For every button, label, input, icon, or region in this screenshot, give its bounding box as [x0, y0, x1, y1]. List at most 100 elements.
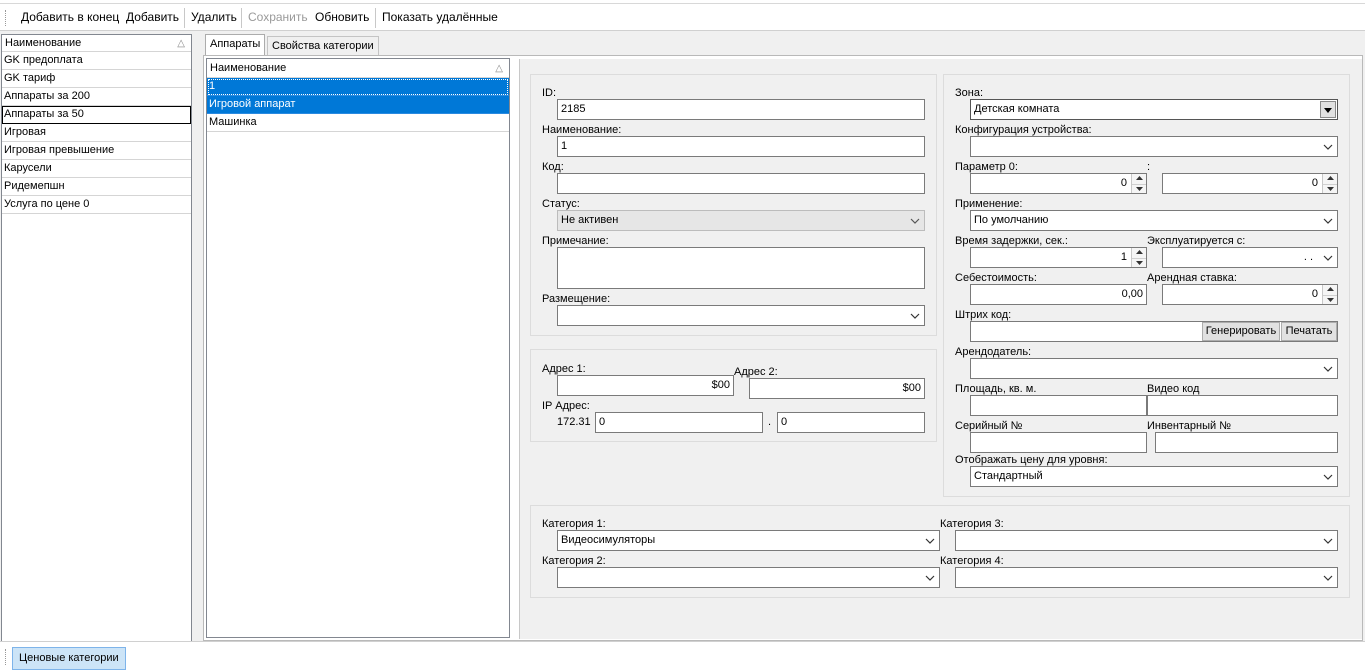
exploited-since-value: . . [1303, 251, 1313, 263]
generate-button[interactable]: Генерировать [1202, 322, 1280, 341]
dropdown-arrow-icon[interactable] [1320, 101, 1336, 118]
id-label: ID: [542, 87, 557, 99]
ip-part2-field[interactable]: 0 [777, 412, 925, 433]
cost-label: Себестоимость: [955, 272, 1037, 284]
ip-dot: . [768, 416, 772, 428]
category1-select[interactable]: Видеосимуляторы [557, 530, 940, 551]
delay-spinner[interactable]: 1 [970, 247, 1147, 268]
category4-label: Категория 4: [940, 555, 1004, 567]
address2-field[interactable]: $00 [749, 378, 925, 399]
placement-select[interactable] [557, 305, 925, 326]
param0-spinner[interactable]: 0 [970, 173, 1147, 194]
toolbar-separator [241, 8, 242, 28]
rent-label: Арендная ставка: [1147, 272, 1237, 284]
chevron-down-icon [910, 306, 920, 319]
chevron-down-icon [925, 531, 935, 544]
devices-column-header[interactable]: Наименование △ [207, 59, 509, 78]
delay-label: Время задержки, сек.: [955, 235, 1068, 247]
refresh-button[interactable]: Обновить [315, 9, 369, 26]
device-config-label: Конфигурация устройства: [955, 124, 1092, 136]
ip-address-label: IP Адрес: [542, 400, 590, 412]
column-header-label: Наименование [5, 37, 82, 49]
spinner-arrows-icon[interactable] [1322, 285, 1337, 304]
category-row-selected[interactable]: Аппараты за 50 [2, 106, 191, 124]
name-field[interactable]: 1 [557, 136, 925, 157]
category-row[interactable]: Карусели [2, 160, 191, 178]
inventory-label: Инвентарный № [1147, 420, 1232, 432]
tab-devices[interactable]: Аппараты [205, 34, 266, 55]
device-config-select[interactable] [970, 136, 1338, 157]
category3-label: Категория 3: [940, 518, 1004, 530]
area-label: Площадь, кв. м. [955, 383, 1037, 395]
param0-label: Параметр 0: [955, 161, 1018, 173]
status-select[interactable]: Не активен [557, 210, 925, 231]
status-value: Не активен [561, 214, 619, 226]
toolbar-grip[interactable] [5, 10, 8, 26]
status-label: Статус: [542, 198, 580, 210]
usage-label: Применение: [955, 198, 1023, 210]
address1-field[interactable]: $00 [557, 375, 734, 396]
categories-grid[interactable]: Наименование △ GK предоплата GK тариф Ап… [1, 34, 192, 642]
show-deleted-button[interactable]: Показать удалённые [382, 9, 498, 26]
cost-field[interactable]: 0,00 [970, 284, 1147, 305]
placement-label: Размещение: [542, 293, 611, 305]
code-label: Код: [542, 161, 564, 173]
device-row-selected[interactable]: Игровой аппарат [207, 96, 509, 114]
category-row[interactable]: Игровая превышение [2, 142, 191, 160]
rent-spinner[interactable]: 0 [1162, 284, 1338, 305]
zone-select[interactable]: Детская комната [970, 99, 1338, 120]
address2-label: Адрес 2: [734, 366, 778, 378]
chevron-down-icon [1323, 359, 1333, 372]
print-button[interactable]: Печатать [1281, 322, 1337, 341]
category-row[interactable]: GK тариф [2, 70, 191, 88]
ip-part1-field[interactable]: 0 [595, 412, 763, 433]
zone-value: Детская комната [974, 103, 1060, 115]
category-row[interactable]: Ридемепшн [2, 178, 191, 196]
chevron-down-icon [910, 211, 920, 224]
category1-label: Категория 1: [542, 518, 606, 530]
serial-field[interactable] [970, 432, 1147, 453]
device-row[interactable]: Машинка [207, 114, 509, 132]
chevron-down-icon [925, 568, 935, 581]
chevron-down-icon [1323, 467, 1333, 480]
category4-select[interactable] [955, 567, 1338, 588]
note-field[interactable] [557, 247, 925, 289]
usage-value: По умолчанию [974, 214, 1049, 226]
device-row-selected[interactable]: 1 [207, 78, 509, 96]
price-level-select[interactable]: Стандартный [970, 466, 1338, 487]
code-field[interactable] [557, 173, 925, 194]
chevron-down-icon [1323, 248, 1333, 261]
chevron-down-icon [1323, 211, 1333, 224]
inventory-field[interactable] [1155, 432, 1338, 453]
categories-column-header[interactable]: Наименование △ [2, 35, 191, 52]
area-field[interactable] [970, 395, 1147, 416]
save-button[interactable]: Сохранить [248, 9, 308, 26]
ip-prefix: 172.31 [557, 416, 591, 428]
category-row[interactable]: Игровая [2, 124, 191, 142]
id-field[interactable]: 2185 [557, 99, 925, 120]
category3-select[interactable] [955, 530, 1338, 551]
category-row[interactable]: Аппараты за 200 [2, 88, 191, 106]
spinner-arrows-icon[interactable] [1131, 174, 1146, 193]
devices-grid[interactable]: Наименование △ 1 Игровой аппарат Машинка [206, 58, 510, 638]
video-code-field[interactable] [1147, 395, 1338, 416]
spinner-arrows-icon[interactable] [1322, 174, 1337, 193]
add-to-end-button[interactable]: Добавить в конец [21, 9, 119, 26]
param1-spinner[interactable]: 0 [1162, 173, 1338, 194]
add-button[interactable]: Добавить [126, 9, 179, 26]
price-categories-button[interactable]: Ценовые категории [12, 647, 126, 670]
usage-select[interactable]: По умолчанию [970, 210, 1338, 231]
price-level-value: Стандартный [974, 470, 1043, 482]
category-row[interactable]: Услуга по цене 0 [2, 196, 191, 214]
category1-value: Видеосимуляторы [561, 534, 656, 546]
video-code-label: Видео код [1147, 383, 1200, 395]
param0-value: 0 [1120, 177, 1127, 189]
category2-select[interactable] [557, 567, 940, 588]
category2-label: Категория 2: [542, 555, 606, 567]
delete-button[interactable]: Удалить [191, 9, 237, 26]
spinner-arrows-icon[interactable] [1131, 248, 1146, 267]
tab-category-properties[interactable]: Свойства категории [267, 36, 379, 55]
exploited-since-date-picker[interactable]: . . [1162, 247, 1338, 268]
category-row[interactable]: GK предоплата [2, 52, 191, 70]
landlord-select[interactable] [970, 358, 1338, 379]
